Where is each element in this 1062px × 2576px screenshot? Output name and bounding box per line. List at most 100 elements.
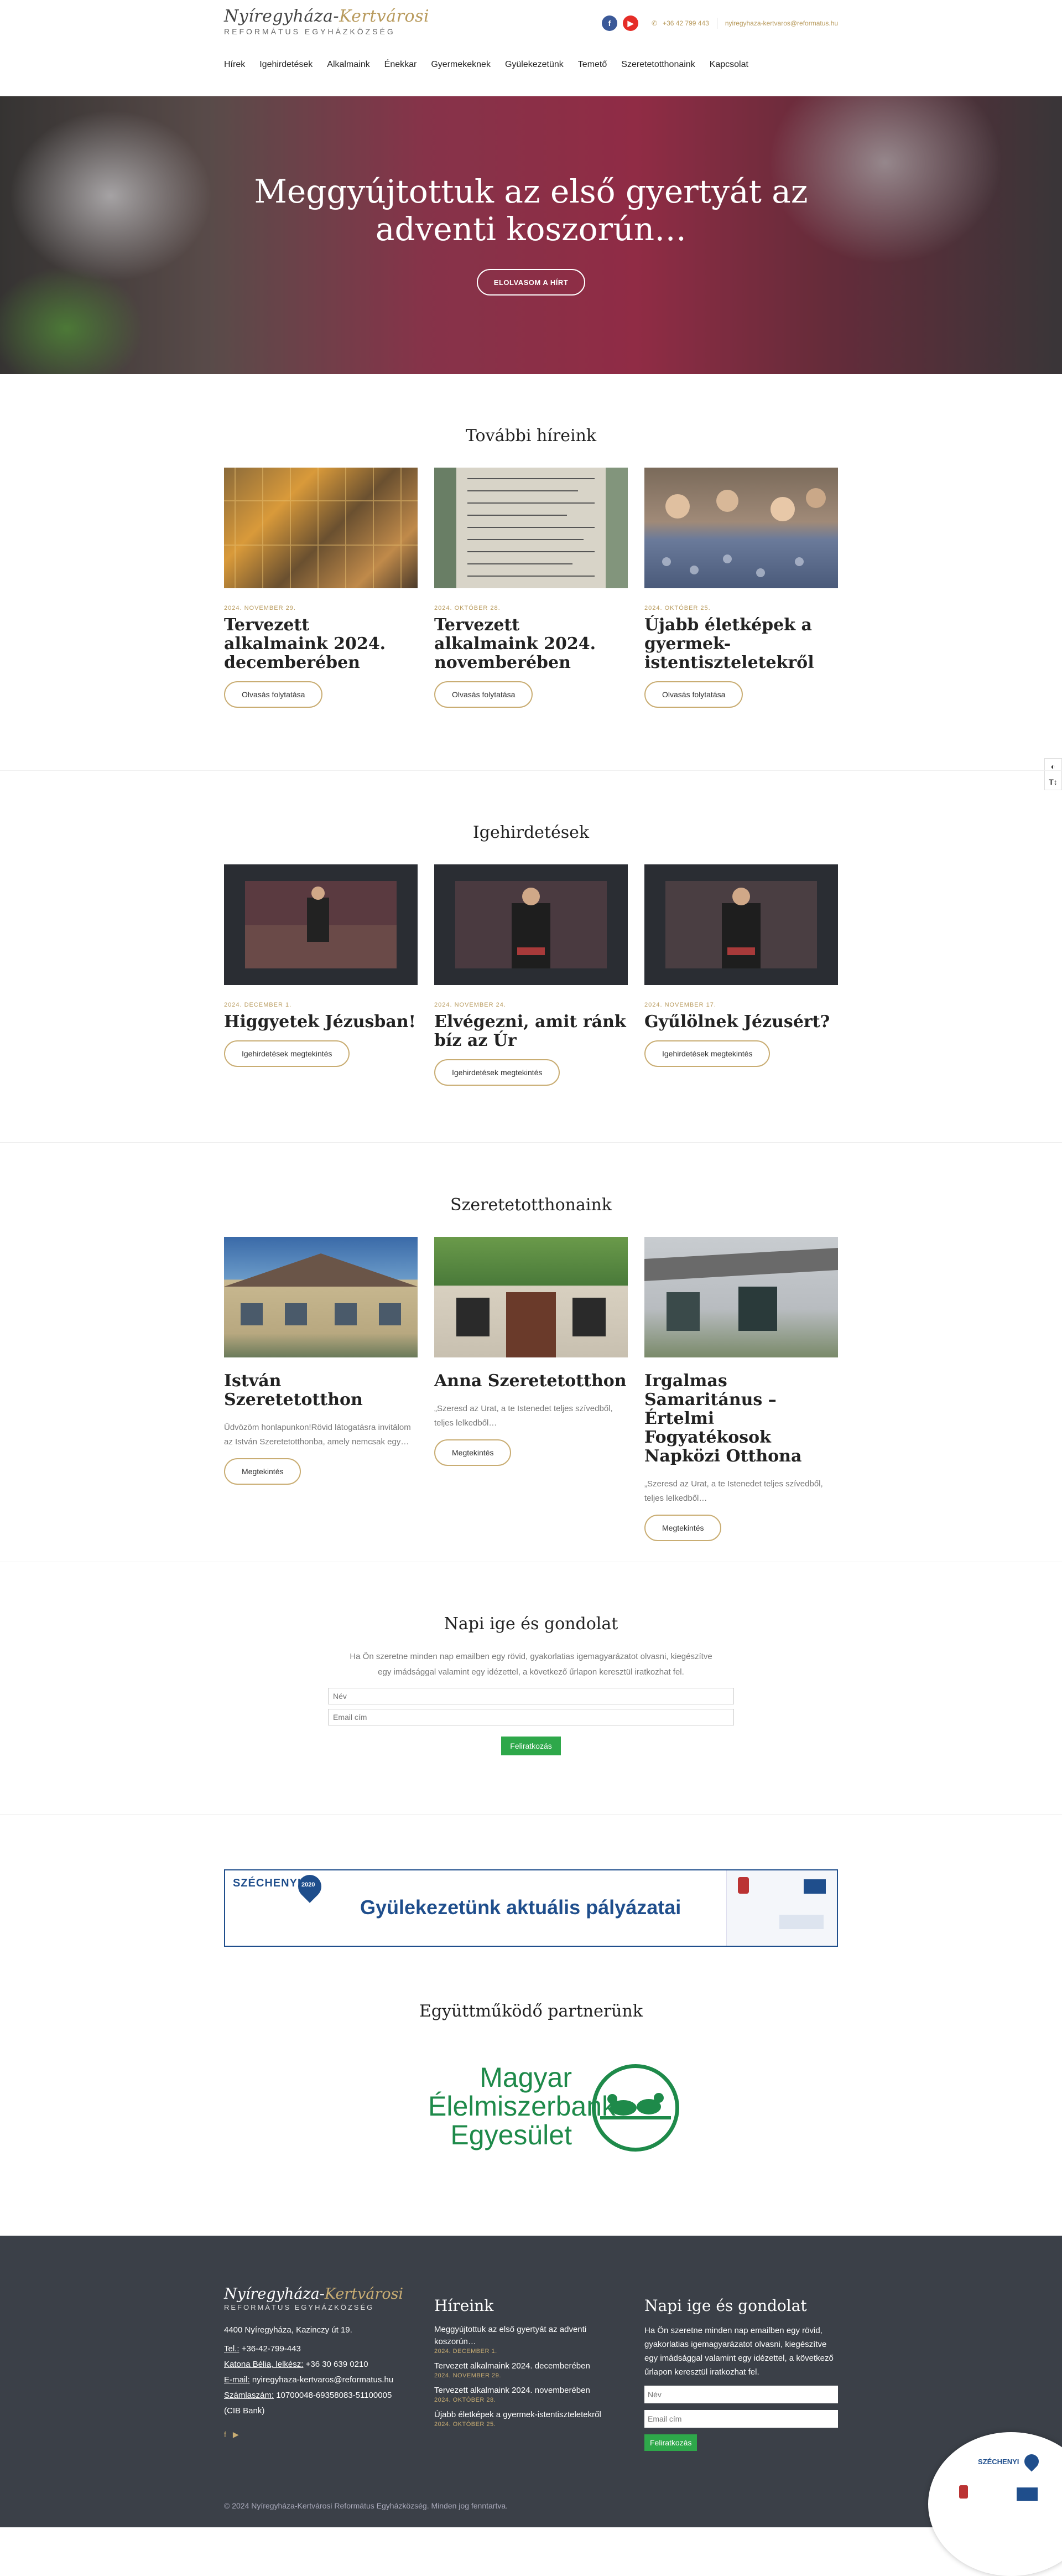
hero-banner: Meggyújtottuk az első gyertyát az advent… [0, 96, 1062, 374]
home-title[interactable]: István Szeretetotthon [224, 1372, 418, 1409]
nav-item-temeto[interactable]: Temető [578, 60, 607, 70]
footer-facebook-icon[interactable]: f [224, 2430, 226, 2439]
news-image[interactable] [644, 468, 838, 588]
footer-news-link[interactable]: Tervezett alkalmaink 2024. decemberében [434, 2360, 622, 2372]
accessibility-toolbar: ◐ T↕ [1044, 758, 1062, 790]
site-header: Nyíregyháza-Kertvárosi REFORMÁTUS EGYHÁZ… [0, 0, 1062, 96]
news-section: További híreink 2024. NOVEMBER 29. Terve… [0, 426, 1062, 708]
news-title[interactable]: Újabb életképek a gyermek-istentisztelet… [644, 616, 838, 672]
footer-news-link[interactable]: Újabb életképek a gyermek-istentisztelet… [434, 2409, 622, 2421]
footer-youtube-icon[interactable]: ▶ [233, 2430, 239, 2439]
nav-item-alkalmaink[interactable]: Alkalmaink [327, 60, 369, 70]
home-title[interactable]: Irgalmas Samaritánus – Értelmi Fogyatéko… [644, 1372, 838, 1466]
section-divider [0, 1142, 1062, 1143]
sermons-section: Igehirdetések 2024. DECEMBER 1. Higgyete… [0, 823, 1062, 1086]
sermon-title[interactable]: Higgyetek Jézusban! [224, 1013, 418, 1032]
sermon-video-thumbnail[interactable] [644, 864, 838, 985]
view-home-button[interactable]: Megtekintés [644, 1515, 722, 1541]
sermon-date: 2024. NOVEMBER 17. [644, 1002, 716, 1008]
partner-line-2: Élelmiszerbank [428, 2091, 616, 2122]
contrast-icon[interactable]: ◐ [1051, 762, 1055, 771]
nav-item-gyermekeknek[interactable]: Gyermekeknek [431, 60, 491, 70]
text-size-icon[interactable]: T↕ [1049, 778, 1058, 786]
eu-logo-block [726, 1870, 837, 1946]
hero-read-button[interactable]: ELOLVASOM A HÍRT [477, 269, 585, 296]
view-sermon-button[interactable]: Igehirdetések megtekintés [644, 1040, 771, 1067]
grant-banner-text: Gyülekezetünk aktuális pályázatai [360, 1896, 681, 1919]
footer-news-link[interactable]: Tervezett alkalmaink 2024. novemberében [434, 2385, 622, 2397]
logo-text-2: Kertvárosi [339, 7, 430, 26]
header-email[interactable]: nyiregyhaza-kertvaros@reformatus.hu [725, 19, 838, 27]
sermon-video-thumbnail[interactable] [434, 864, 628, 985]
nav-item-szeretetotthonaink[interactable]: Szeretetotthonaink [621, 60, 695, 70]
footer-news-date: 2024. OKTÓBER 25. [434, 2421, 496, 2428]
footer-logo-subtitle: REFORMÁTUS EGYHÁZKÖZSÉG [224, 2303, 374, 2311]
badge-brand: SZÉCHENYI [978, 2458, 1019, 2466]
home-title[interactable]: Anna Szeretetotthon [434, 1372, 628, 1391]
footer-name-input[interactable] [644, 2386, 838, 2403]
footer-email[interactable]: nyiregyhaza-kertvaros@reformatus.hu [252, 2375, 393, 2385]
news-section-title: További híreink [465, 426, 597, 445]
view-sermon-button[interactable]: Igehirdetések megtekintés [434, 1059, 560, 1086]
footer-logo[interactable]: Nyíregyháza-Kertvárosi REFORMÁTUS EGYHÁZ… [224, 2285, 407, 2311]
header-phone[interactable]: +36 42 799 443 [663, 19, 709, 27]
youtube-icon[interactable]: ▶ [623, 15, 638, 31]
sermon-title[interactable]: Elvégezni, amit ránk bíz az Úr [434, 1013, 628, 1050]
nav-item-kapcsolat[interactable]: Kapcsolat [710, 60, 748, 70]
facebook-icon[interactable]: f [602, 15, 617, 31]
home-image[interactable] [434, 1237, 628, 1357]
site-logo[interactable]: Nyíregyháza-Kertvárosi REFORMÁTUS EGYHÁZ… [224, 7, 429, 36]
main-nav: Hírek Igehirdetések Alkalmaink Énekkar G… [224, 60, 748, 70]
name-input[interactable] [328, 1688, 734, 1704]
partner-title: Együttműködő partnerünk [419, 2002, 643, 2021]
foodbank-emblem-icon [592, 2064, 679, 2152]
nav-item-enekkar[interactable]: Énekkar [384, 60, 417, 70]
news-image[interactable] [434, 468, 628, 588]
footer-bank: (CIB Bank) [224, 2406, 265, 2416]
footer-pastor-phone[interactable]: +36 30 639 0210 [306, 2360, 368, 2369]
partner-line-3: Egyesület [450, 2119, 572, 2150]
footer-news-link[interactable]: Meggyújtottuk az első gyertyát az advent… [434, 2324, 622, 2348]
nav-item-igehirdetesek[interactable]: Igehirdetések [259, 60, 313, 70]
logo-text-1: Nyíregyháza- [224, 7, 340, 26]
news-date: 2024. OKTÓBER 25. [644, 605, 711, 611]
home-card: Anna Szeretetotthon „Szeresd az Urat, a … [434, 1237, 628, 1541]
email-input[interactable] [328, 1709, 734, 1725]
sermon-title[interactable]: Gyűlölnek Jézusért? [644, 1013, 838, 1032]
view-sermon-button[interactable]: Igehirdetések megtekintés [224, 1040, 350, 1067]
eu-flag-icon [804, 1879, 826, 1894]
sermon-video-thumbnail[interactable] [224, 864, 418, 985]
copyright: © 2024 Nyíregyháza-Kertvárosi Református… [224, 2501, 508, 2510]
news-image[interactable] [224, 468, 418, 588]
footer-logo-text-2: Kertvárosi [324, 2285, 404, 2303]
home-image[interactable] [224, 1237, 418, 1357]
nav-item-gyulekezetunk[interactable]: Gyülekezetünk [505, 60, 564, 70]
footer-logo-text-1: Nyíregyháza- [224, 2285, 325, 2303]
szechenyi-small-logo [779, 1915, 824, 1929]
nav-item-hirek[interactable]: Hírek [224, 60, 245, 70]
view-home-button[interactable]: Megtekintés [434, 1439, 512, 1466]
badge-pin-icon [1021, 2451, 1042, 2472]
sermon-date: 2024. NOVEMBER 24. [434, 1002, 506, 1008]
grant-banner[interactable]: SZÉCHENYI 2020 Gyülekezetünk aktuális pá… [224, 1869, 838, 1947]
homes-section-title: Szeretetotthonaink [450, 1195, 612, 1215]
footer-tel-label: Tel.: [224, 2344, 240, 2354]
news-card: 2024. OKTÓBER 25. Újabb életképek a gyer… [644, 468, 838, 708]
home-card: István Szeretetotthon Üdvözöm honlapunko… [224, 1237, 418, 1541]
news-title[interactable]: Tervezett alkalmaink 2024. decemberében [224, 616, 418, 672]
footer-subscribe-button[interactable]: Feliratkozás [644, 2434, 697, 2451]
logo-subtitle: REFORMÁTUS EGYHÁZKÖZSÉG [224, 27, 395, 36]
read-more-button[interactable]: Olvasás folytatása [224, 681, 323, 708]
read-more-button[interactable]: Olvasás folytatása [434, 681, 533, 708]
view-home-button[interactable]: Megtekintés [224, 1458, 301, 1485]
foodbank-logo[interactable]: Magyar Élelmiszerbank Egyesület [428, 2063, 683, 2152]
home-image[interactable] [644, 1237, 838, 1357]
footer-tel[interactable]: +36-42-799-443 [242, 2344, 301, 2354]
footer-email-input[interactable] [644, 2410, 838, 2428]
footer-email-label: E-mail: [224, 2375, 250, 2385]
news-title[interactable]: Tervezett alkalmaink 2024. novemberében [434, 616, 628, 672]
home-excerpt: „Szeresd az Urat, a te Istenedet teljes … [644, 1479, 823, 1503]
subscribe-button[interactable]: Feliratkozás [501, 1737, 561, 1755]
read-more-button[interactable]: Olvasás folytatása [644, 681, 743, 708]
sermons-section-title: Igehirdetések [472, 823, 590, 842]
